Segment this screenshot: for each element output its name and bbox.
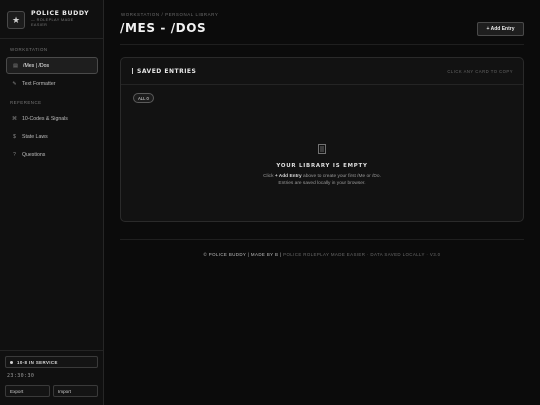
sidebar-item-mes-dos[interactable]: ▤ /Mes | /Dos: [6, 57, 98, 74]
card-hint: CLICK ANY CARD TO COPY: [447, 69, 513, 74]
brand: ★ POLICE BUDDY — ROLEPLAY MADE EASIER: [7, 10, 91, 29]
header-divider: [120, 44, 524, 45]
brand-title: POLICE BUDDY: [31, 10, 90, 17]
list-icon: ▤: [13, 62, 18, 69]
section-label-reference: REFERENCE: [10, 100, 42, 105]
question-icon: ?: [13, 151, 16, 158]
signal-icon: ⌘: [12, 115, 17, 122]
sidebar-item-label: 10-Codes & Signals: [22, 115, 68, 122]
filter-all-pill[interactable]: ALL 0: [133, 93, 154, 103]
document-icon: [318, 144, 326, 154]
sidebar-item-state-laws[interactable]: $ State Laws: [6, 128, 98, 145]
import-button[interactable]: Import: [53, 385, 98, 397]
empty-message: Click + Add Entry above to create your f…: [263, 174, 381, 179]
page-title: /MES - /DOS: [120, 21, 207, 35]
sidebar: ★ POLICE BUDDY — ROLEPLAY MADE EASIER WO…: [0, 0, 104, 405]
dollar-icon: $: [13, 133, 16, 140]
footer-tagline: POLICE ROLEPLAY MADE EASIER · DATA SAVED…: [283, 252, 441, 257]
sidebar-bottom-divider: [0, 350, 103, 351]
title-accent-bar: [132, 68, 133, 74]
card-title: SAVED ENTRIES: [132, 68, 196, 75]
status-dot-icon: [10, 360, 13, 364]
empty-add-entry-link[interactable]: + Add Entry: [275, 174, 302, 179]
section-label-workstation: WORKSTATION: [10, 47, 48, 52]
brand-subtitle: — ROLEPLAY MADE EASIER: [31, 18, 74, 27]
main-content: WORKSTATION / PERSONAL LIBRARY /MES - /D…: [104, 0, 540, 405]
status-toggle[interactable]: 10-8 IN SERVICE: [5, 356, 98, 368]
sidebar-item-label: State Laws: [22, 133, 48, 140]
sidebar-item-label: Text Formatter: [22, 80, 56, 87]
star-icon: ★: [7, 11, 25, 29]
add-entry-button[interactable]: + Add Entry: [477, 22, 524, 36]
footer-credit: © POLICE BUDDY | MADE BY B |: [203, 252, 282, 257]
saved-entries-card: SAVED ENTRIES CLICK ANY CARD TO COPY ALL…: [120, 57, 524, 222]
footer-divider: [120, 239, 524, 240]
footer: © POLICE BUDDY | MADE BY B | POLICE ROLE…: [104, 252, 540, 257]
sidebar-item-10-codes[interactable]: ⌘ 10-Codes & Signals: [6, 110, 98, 127]
breadcrumb: WORKSTATION / PERSONAL LIBRARY: [121, 12, 219, 17]
pen-icon: ✎: [12, 80, 17, 87]
sidebar-divider: [0, 38, 103, 39]
sidebar-item-label: /Mes | /Dos: [23, 62, 50, 69]
export-button[interactable]: Export: [5, 385, 50, 397]
clock: 23:30:30: [7, 373, 35, 379]
sidebar-item-label: Questions: [22, 151, 46, 158]
card-header: SAVED ENTRIES CLICK ANY CARD TO COPY: [121, 58, 523, 85]
empty-message-2: Entries are saved locally in your browse…: [278, 181, 366, 186]
sidebar-item-questions[interactable]: ? Questions: [6, 146, 98, 163]
sidebar-item-text-formatter[interactable]: ✎ Text Formatter: [6, 75, 98, 92]
status-label: 10-8 IN SERVICE: [17, 359, 58, 365]
empty-title: YOUR LIBRARY IS EMPTY: [276, 163, 368, 169]
